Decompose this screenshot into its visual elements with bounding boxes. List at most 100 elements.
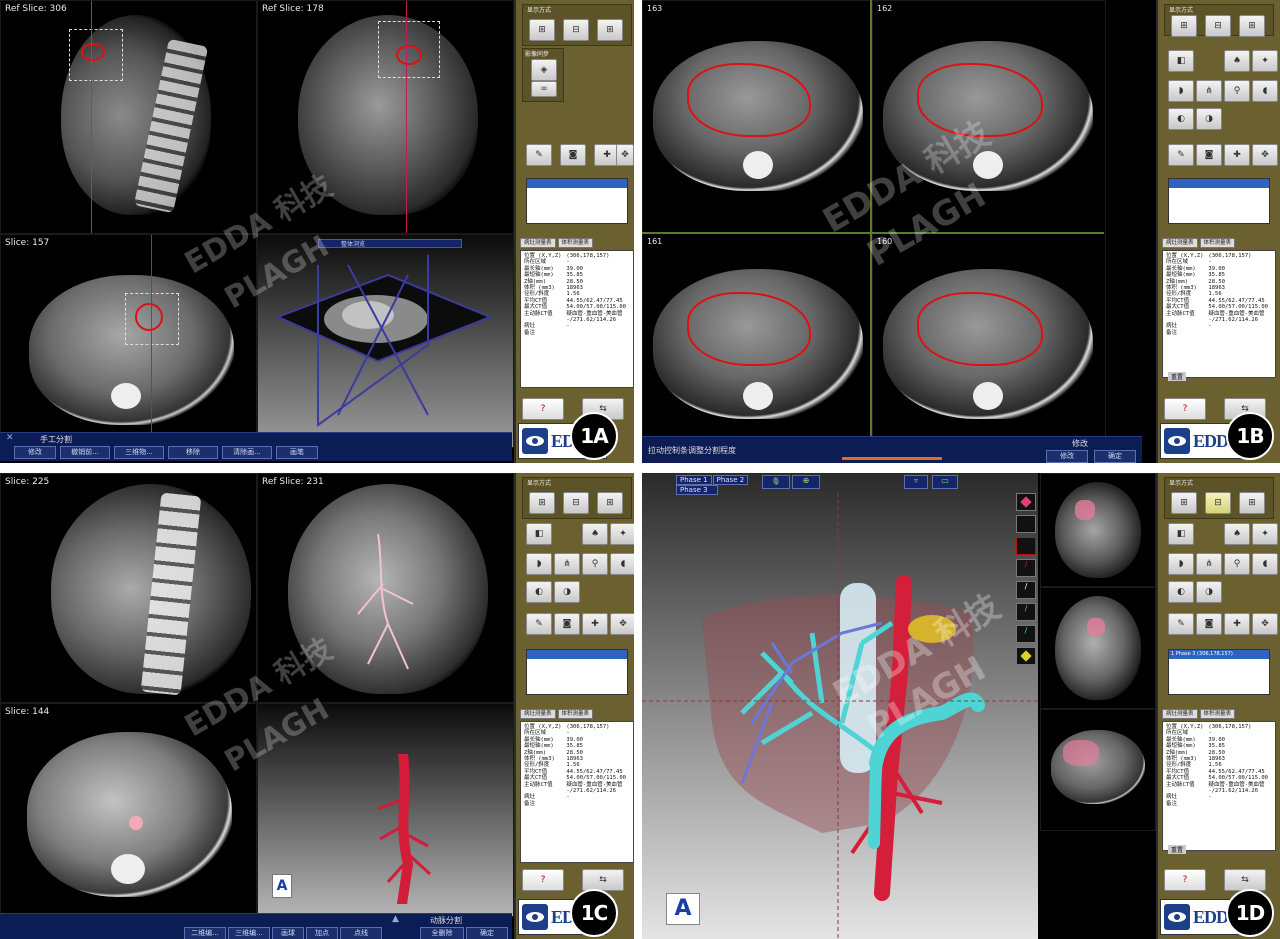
- tab-lesion[interactable]: 病灶测量表: [520, 238, 556, 248]
- organ-icon[interactable]: ✦: [1252, 523, 1278, 545]
- tool-icon[interactable]: ✥: [1252, 613, 1278, 635]
- tool-button[interactable]: 点线: [340, 927, 382, 939]
- modify-button[interactable]: 修改: [1046, 450, 1088, 463]
- tool-button[interactable]: 加点: [306, 927, 338, 939]
- organ-icon[interactable]: ⚲: [1224, 553, 1250, 575]
- camera-icon[interactable]: ◙: [1196, 144, 1222, 166]
- coronal-mini-viewport[interactable]: [1040, 587, 1156, 709]
- tool-icon[interactable]: ✚: [1224, 613, 1250, 635]
- sagittal-viewport[interactable]: Slice: 225: [0, 473, 257, 703]
- tool-icon[interactable]: ✎: [526, 613, 552, 635]
- layout-button[interactable]: ⊞: [529, 492, 555, 514]
- organ-icon[interactable]: ◧: [526, 523, 552, 545]
- tool-icon[interactable]: ✥: [1252, 144, 1278, 166]
- lung-icon[interactable]: ♠: [1224, 523, 1250, 545]
- layout-button[interactable]: ⊞: [1239, 15, 1265, 37]
- sync-button[interactable]: ◈: [531, 59, 557, 81]
- tool-icon[interactable]: ✚: [1224, 144, 1250, 166]
- vessel-icon[interactable]: ⋔: [554, 553, 580, 575]
- segment-list[interactable]: 1 Phase 3 (306,178,157): [1168, 649, 1270, 695]
- tab-lesion[interactable]: 病灶测量表: [1162, 709, 1198, 719]
- tool-button[interactable]: ⇆: [582, 869, 624, 891]
- lung-icon[interactable]: ♠: [1224, 50, 1250, 72]
- axial-viewport[interactable]: Slice: 157: [0, 234, 257, 448]
- layout-button[interactable]: ⊞: [1239, 492, 1265, 514]
- camera-icon[interactable]: ◙: [1196, 613, 1222, 635]
- segment-list[interactable]: [1168, 178, 1270, 224]
- organ-icon[interactable]: ◑: [554, 581, 580, 603]
- organ-icon[interactable]: ⚲: [1224, 80, 1250, 102]
- segment-list[interactable]: [526, 178, 628, 224]
- coronal-viewport[interactable]: Ref Slice: 231: [257, 473, 514, 703]
- organ-icon[interactable]: ◐: [1168, 581, 1194, 603]
- tab-lesion[interactable]: 病灶测量表: [1162, 238, 1198, 248]
- mpr-planes[interactable]: [258, 235, 513, 447]
- organ-icon[interactable]: ◐: [1168, 108, 1194, 130]
- help-button[interactable]: ?: [522, 398, 564, 420]
- threshold-slider[interactable]: [842, 457, 942, 460]
- kidney-icon[interactable]: ◖: [1252, 80, 1278, 102]
- lung-icon[interactable]: ♠: [582, 523, 608, 545]
- organ-icon[interactable]: ◧: [1168, 523, 1194, 545]
- kidney-icon[interactable]: ◖: [1252, 553, 1278, 575]
- segment-list[interactable]: [526, 649, 628, 695]
- crosshair-vertical[interactable]: [406, 1, 407, 233]
- tool-button[interactable]: 三维物...: [114, 446, 164, 459]
- help-button[interactable]: ?: [522, 869, 564, 891]
- collapse-icon[interactable]: ▲: [392, 914, 399, 924]
- tool-icon[interactable]: ✚: [582, 613, 608, 635]
- tab-volume[interactable]: 体积测量表: [557, 709, 594, 719]
- tool-button[interactable]: ⇆: [1224, 869, 1266, 891]
- layout-button[interactable]: ⊟: [563, 492, 589, 514]
- orientation-icon[interactable]: A: [272, 874, 292, 898]
- kidney-icon[interactable]: ◖: [610, 553, 634, 575]
- organ-icon[interactable]: ◑: [1196, 581, 1222, 603]
- tool-icon[interactable]: ✎: [1168, 613, 1194, 635]
- organ-icon[interactable]: ◐: [526, 581, 552, 603]
- axial-viewport[interactable]: Slice: 144: [0, 703, 257, 917]
- layout-button[interactable]: ⊞: [597, 492, 623, 514]
- tool-button[interactable]: 三维编...: [228, 927, 270, 939]
- tool-icon[interactable]: ✎: [526, 144, 552, 166]
- sagittal-mini-viewport[interactable]: [1040, 473, 1156, 587]
- tool-button[interactable]: 移除: [168, 446, 218, 459]
- vessel-overlay[interactable]: [338, 534, 438, 674]
- reset-button[interactable]: 重置: [1168, 845, 1187, 854]
- tumor-contour[interactable]: [396, 45, 422, 65]
- volume-viewport[interactable]: 整体浏览: [257, 234, 514, 448]
- tool-button[interactable]: 画笔: [276, 446, 318, 459]
- organ-icon[interactable]: ◧: [1168, 50, 1194, 72]
- tool-button[interactable]: 修改: [14, 446, 56, 459]
- liver-icon[interactable]: ◗: [1168, 553, 1194, 575]
- tool-button[interactable]: 撤销前...: [60, 446, 110, 459]
- crosshair-vertical[interactable]: [91, 1, 92, 233]
- tool-button[interactable]: 画球: [272, 927, 304, 939]
- organ-icon[interactable]: ✦: [610, 523, 634, 545]
- aorta-3d[interactable]: [358, 754, 438, 904]
- layout-button[interactable]: ⊞: [597, 19, 623, 41]
- confirm-button[interactable]: 确定: [1094, 450, 1136, 463]
- list-item[interactable]: [527, 179, 627, 188]
- tool-icon[interactable]: ✎: [1168, 144, 1194, 166]
- camera-icon[interactable]: ◙: [554, 613, 580, 635]
- sagittal-viewport[interactable]: Ref Slice: 306: [0, 0, 257, 234]
- tab-volume[interactable]: 体积测量表: [1199, 709, 1236, 719]
- axial-mini-viewport[interactable]: [1040, 709, 1156, 831]
- render-viewport[interactable]: Phase 1 Phase 2 Phase 3 ⟬⟭ ⊕ ▿ ▭ A / / /…: [642, 473, 1038, 939]
- slice-viewport[interactable]: 163: [642, 0, 874, 235]
- slice-viewport[interactable]: 160: [872, 233, 1106, 450]
- slice-viewport[interactable]: 162: [872, 0, 1106, 235]
- layout-button[interactable]: ⊞: [529, 19, 555, 41]
- close-icon[interactable]: ✕: [6, 433, 14, 443]
- tool-button[interactable]: 清除画...: [222, 446, 272, 459]
- vessel-icon[interactable]: ⋔: [1196, 80, 1222, 102]
- layout-button[interactable]: ⊟: [1205, 15, 1231, 37]
- list-item[interactable]: [527, 650, 627, 659]
- confirm-button[interactable]: 确定: [466, 927, 508, 939]
- liver-icon[interactable]: ◗: [526, 553, 552, 575]
- tab-volume[interactable]: 体积测量表: [1199, 238, 1236, 248]
- help-button[interactable]: ?: [1164, 398, 1206, 420]
- layout-button[interactable]: ⊞: [1171, 15, 1197, 37]
- list-item[interactable]: [1169, 179, 1269, 188]
- coronal-viewport[interactable]: Ref Slice: 178: [257, 0, 514, 234]
